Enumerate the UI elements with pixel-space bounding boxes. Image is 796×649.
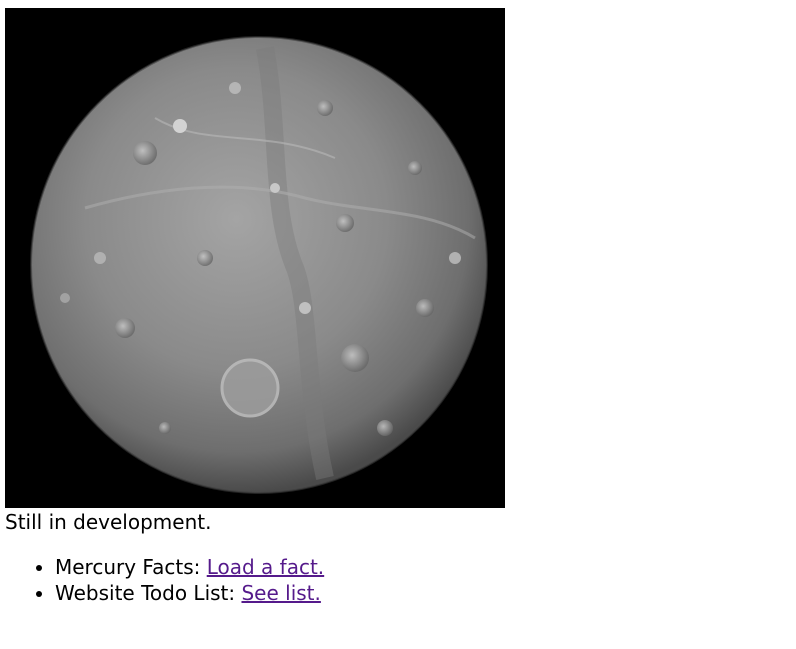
page: Still in development. Mercury Facts: Loa… bbox=[0, 0, 796, 649]
list-item-label: Website Todo List: bbox=[55, 581, 242, 605]
status-text: Still in development. bbox=[5, 510, 212, 534]
mercury-image bbox=[5, 8, 505, 508]
list-item-label: Mercury Facts: bbox=[55, 555, 207, 579]
link-list: Mercury Facts: Load a fact. Website Todo… bbox=[0, 554, 324, 606]
see-list-link[interactable]: See list. bbox=[241, 581, 320, 605]
load-fact-link[interactable]: Load a fact. bbox=[207, 555, 324, 579]
list-item-mercury-facts: Mercury Facts: Load a fact. bbox=[55, 554, 324, 580]
list-item-todo-list: Website Todo List: See list. bbox=[55, 580, 324, 606]
